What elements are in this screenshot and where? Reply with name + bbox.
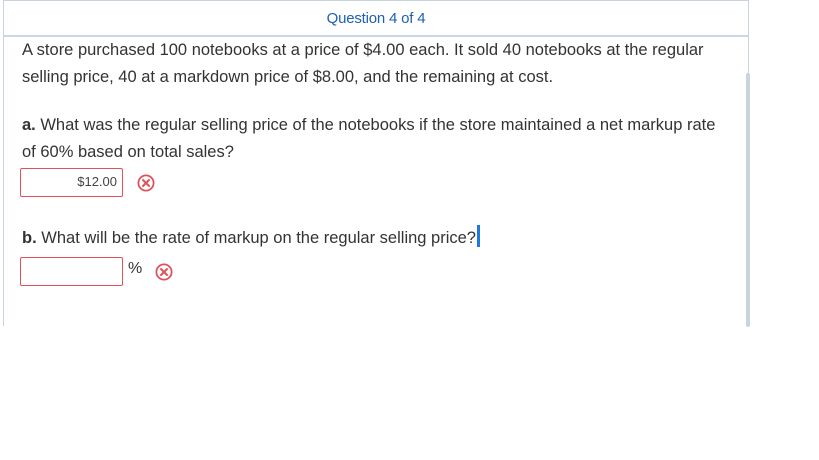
part-a-answer-input[interactable]: $12.00 bbox=[20, 168, 123, 197]
text-cursor bbox=[477, 225, 480, 247]
percent-unit: % bbox=[128, 260, 143, 277]
question-counter: Question 4 of 4 bbox=[326, 10, 426, 27]
question-header: Question 4 of 4 bbox=[4, 1, 748, 37]
part-b-text: What will be the rate of markup on the r… bbox=[41, 229, 476, 247]
part-b-answer-input[interactable] bbox=[20, 257, 123, 286]
part-a-label: a. bbox=[22, 116, 36, 134]
part-a-text: What was the regular selling price of th… bbox=[22, 116, 716, 161]
problem-statement: A store purchased 100 notebooks at a pri… bbox=[22, 41, 704, 86]
part-b-label: b. bbox=[22, 229, 37, 247]
part-a-question: a. What was the regular selling price of… bbox=[22, 112, 722, 166]
scrollbar[interactable] bbox=[746, 73, 750, 327]
part-b-question: b. What will be the rate of markup on th… bbox=[22, 225, 722, 252]
incorrect-x-icon bbox=[155, 263, 173, 281]
question-content: A store purchased 100 notebooks at a pri… bbox=[22, 37, 722, 247]
incorrect-x-icon bbox=[137, 174, 155, 192]
